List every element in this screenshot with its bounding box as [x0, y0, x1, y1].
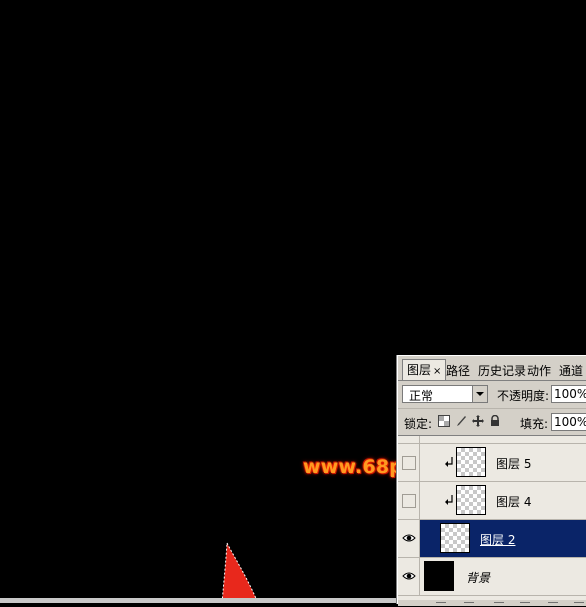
- tab-history[interactable]: 历史记录: [478, 362, 526, 379]
- visibility-toggle[interactable]: [398, 520, 420, 557]
- layers-panel: 图层× 路径 历史记录 动作 通道 正常 不透明度: 100% 锁定: 填充:: [397, 355, 586, 606]
- panel-tabs: 图层 × 路径 历史记录 动作 通道: [398, 356, 586, 381]
- tab-layers-label: 图层: [407, 363, 432, 377]
- blend-opacity-row: 正常 不透明度: 100%: [398, 382, 586, 408]
- panel-bottom-toolbar: [398, 600, 586, 606]
- layer-thumbnail: [440, 523, 470, 553]
- chevron-down-icon[interactable]: [472, 386, 487, 402]
- clipping-arrow-icon: [445, 495, 453, 505]
- clipping-arrow-icon: [445, 457, 453, 467]
- lock-label: 锁定:: [404, 417, 433, 431]
- layer-name: 背景: [466, 571, 491, 585]
- layer-name: 图层 2: [480, 533, 516, 547]
- fill-label: 填充:: [520, 417, 549, 431]
- lock-paint-icon[interactable]: [455, 415, 467, 427]
- fill-field[interactable]: 100%: [551, 413, 586, 431]
- layer-row-layer5[interactable]: 图层 5: [398, 444, 586, 482]
- visibility-toggle[interactable]: [398, 558, 420, 595]
- visibility-toggle[interactable]: [398, 444, 420, 481]
- layer-thumbnail: [456, 485, 486, 515]
- blend-mode-select[interactable]: 正常: [402, 385, 488, 403]
- visibility-box-empty[interactable]: [402, 456, 416, 470]
- layer-thumbnail: [456, 447, 486, 477]
- eye-cell: [398, 436, 420, 443]
- tab-paths[interactable]: 路径: [446, 362, 470, 379]
- layer-row-partial: [398, 436, 586, 444]
- eye-icon[interactable]: [402, 532, 416, 544]
- layer-row-layer4[interactable]: 图层 4: [398, 482, 586, 520]
- layer-row-layer2[interactable]: 图层 2: [398, 520, 586, 558]
- opacity-field[interactable]: 100%: [551, 385, 586, 403]
- layer-name: 图层 4: [496, 495, 532, 509]
- visibility-box-empty[interactable]: [402, 494, 416, 508]
- visibility-toggle[interactable]: [398, 482, 420, 519]
- lock-all-icon[interactable]: [489, 415, 501, 427]
- layer-row-background[interactable]: 背景: [398, 558, 586, 596]
- blend-mode-value: 正常: [409, 389, 434, 403]
- status-bar-strip: [0, 598, 400, 603]
- tab-layers[interactable]: 图层 ×: [402, 359, 447, 380]
- layer-thumbnail: [424, 561, 454, 591]
- lock-move-icon[interactable]: [472, 415, 484, 427]
- lock-transparent-icon[interactable]: [438, 415, 450, 427]
- lock-fill-row: 锁定: 填充: 100%: [398, 408, 586, 435]
- layers-list: 图层 5 图层 4 图层 2 背景: [398, 435, 586, 605]
- tab-channels[interactable]: 通道: [559, 362, 583, 379]
- opacity-label: 不透明度:: [497, 389, 550, 403]
- tab-actions[interactable]: 动作: [527, 362, 551, 379]
- close-icon[interactable]: ×: [433, 366, 441, 377]
- layer-name: 图层 5: [496, 457, 532, 471]
- eye-icon[interactable]: [402, 570, 416, 582]
